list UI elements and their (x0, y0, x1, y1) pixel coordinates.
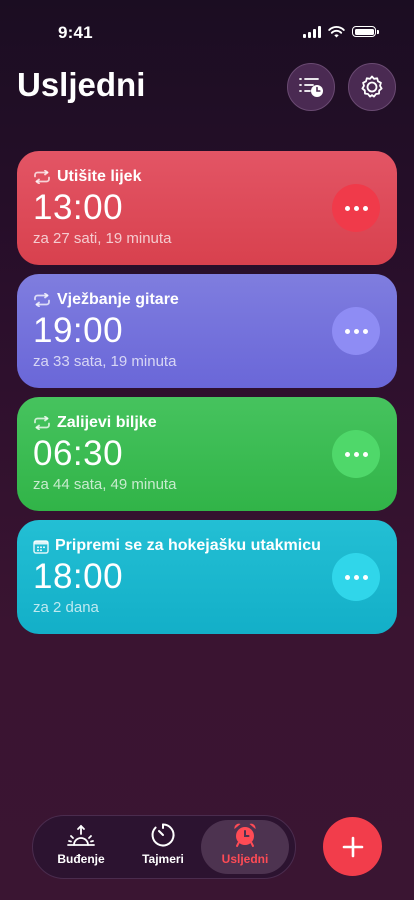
calendar-icon (33, 539, 49, 554)
reminder-time: 19:00 (33, 311, 124, 350)
reminder-card[interactable]: Utišite lijek 13:00 za 27 sati, 19 minut… (17, 151, 397, 265)
reminder-countdown: za 44 sata, 49 minuta (33, 476, 177, 493)
repeat-icon (34, 293, 50, 307)
reminder-title: Vježbanje gitare (57, 291, 179, 308)
status-bar: 9:41 (0, 0, 414, 60)
wifi-icon (328, 25, 345, 37)
card-title-row: Pripremi se za hokejašku utakmicu (33, 536, 381, 556)
sunrise-icon (67, 824, 95, 846)
settings-button[interactable] (348, 63, 396, 111)
alarm-clock-icon (234, 823, 256, 847)
cellular-signal-icon (303, 25, 321, 38)
card-title-row: Vježbanje gitare (33, 290, 381, 310)
more-options-button[interactable] (332, 430, 380, 478)
repeat-icon (34, 416, 50, 430)
tab-label: Buđenje (57, 852, 105, 866)
status-time: 9:41 (58, 23, 93, 42)
plus-icon (342, 836, 363, 857)
page-title: Usljedni (17, 66, 146, 103)
card-title-row: Zalijevi biljke (33, 413, 381, 433)
reminder-card[interactable]: Pripremi se za hokejašku utakmicu 18:00 … (17, 520, 397, 634)
repeat-icon (34, 170, 50, 184)
card-title-row: Utišite lijek (33, 167, 381, 187)
reminder-card[interactable]: Zalijevi biljke 06:30 za 44 sata, 49 min… (17, 397, 397, 511)
timer-icon (151, 823, 175, 847)
tab-bar: Buđenje Tajmeri Usljedni (32, 815, 296, 879)
list-schedule-button[interactable] (287, 63, 335, 111)
reminder-title: Pripremi se za hokejašku utakmicu (55, 537, 321, 554)
tab-usljedni[interactable]: Usljedni (201, 820, 289, 874)
reminder-countdown: za 2 dana (33, 599, 99, 616)
more-options-button[interactable] (332, 184, 380, 232)
more-options-button[interactable] (332, 553, 380, 601)
reminder-time: 06:30 (33, 434, 124, 473)
status-icons (303, 25, 379, 38)
tab-tajmeri[interactable]: Tajmeri (119, 820, 207, 874)
more-options-button[interactable] (332, 307, 380, 355)
tab-budjenje[interactable]: Buđenje (37, 820, 125, 874)
reminder-title: Utišite lijek (57, 168, 142, 185)
list-clock-icon (299, 78, 323, 97)
tab-label: Usljedni (221, 852, 269, 866)
reminder-card[interactable]: Vježbanje gitare 19:00 za 33 sata, 19 mi… (17, 274, 397, 388)
gear-icon (361, 75, 383, 98)
reminder-countdown: za 27 sati, 19 minuta (33, 230, 172, 247)
reminder-time: 13:00 (33, 188, 124, 227)
battery-icon (352, 26, 379, 37)
reminder-title: Zalijevi biljke (57, 414, 157, 431)
tab-label: Tajmeri (142, 852, 184, 866)
reminder-countdown: za 33 sata, 19 minuta (33, 353, 177, 370)
reminder-time: 18:00 (33, 557, 124, 596)
add-button[interactable] (323, 817, 382, 876)
